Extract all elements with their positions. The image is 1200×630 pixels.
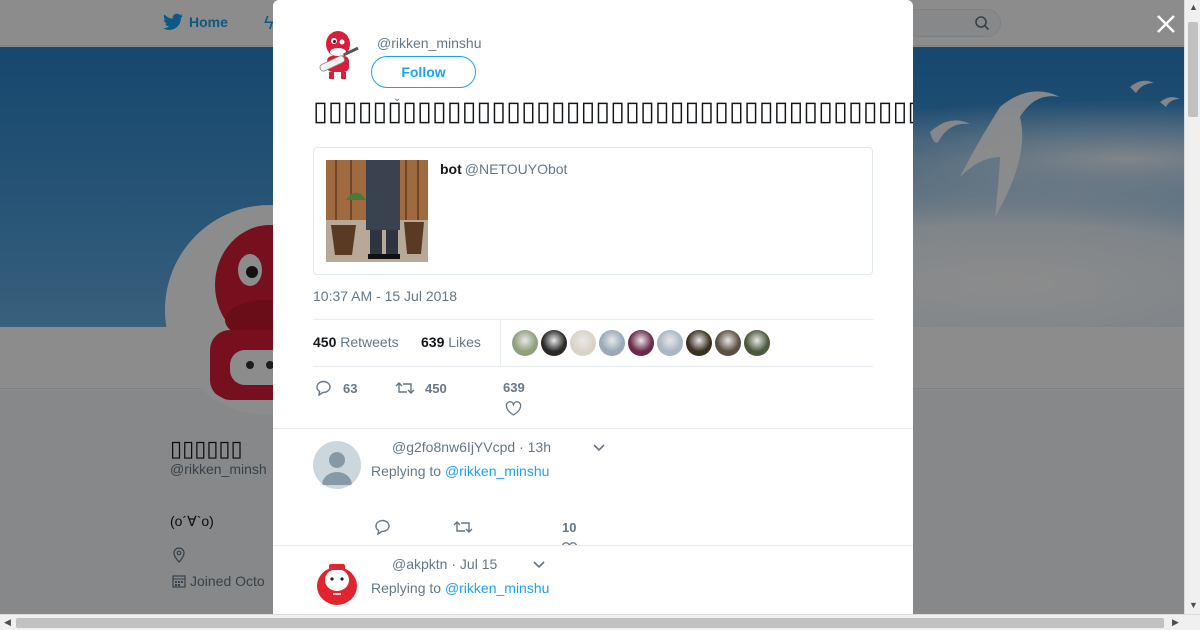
follow-button[interactable]: Follow bbox=[371, 56, 476, 88]
likes-count: 639 bbox=[421, 334, 445, 350]
tweet-actions: 63 450 639 bbox=[313, 378, 873, 418]
reply-tweet[interactable]: @akpktn · Jul 15 Replying to @rikken_min… bbox=[273, 545, 913, 614]
like-action[interactable]: 639 bbox=[503, 380, 525, 416]
scroll-left-arrow-icon[interactable]: ◀ bbox=[4, 617, 11, 628]
quoted-author-name: bot bbox=[440, 161, 462, 177]
retweet-icon[interactable] bbox=[453, 519, 473, 535]
quoted-author-handle: @NETOUYObot bbox=[464, 161, 568, 177]
replying-to-prefix: Replying to bbox=[371, 463, 442, 479]
reply-author[interactable]: @akpktn · Jul 15 bbox=[392, 556, 497, 572]
reply-count: 63 bbox=[343, 380, 358, 396]
close-icon[interactable] bbox=[1155, 13, 1177, 35]
scroll-down-arrow-icon[interactable]: ▼ bbox=[1189, 600, 1198, 610]
reply-like-count[interactable]: 10 bbox=[562, 520, 576, 535]
liker-avatar[interactable] bbox=[657, 330, 683, 356]
heart-icon bbox=[506, 401, 522, 416]
liker-avatar[interactable] bbox=[715, 330, 741, 356]
reply-handle: @akpktn bbox=[392, 556, 448, 572]
reply-actions: 10 bbox=[371, 518, 771, 557]
retweets-count: 450 bbox=[313, 334, 337, 350]
tweet-text-part-1: ▯▯▯▯▯▯▯▯▯▯▯▯▯▯▯▯▯▯▯▯▯▯▯▯▯▯▯▯▯▯▯▯▯▯▯▯▯▯▯▯… bbox=[313, 96, 913, 126]
liker-avatar[interactable] bbox=[628, 330, 654, 356]
vertical-scroll-thumb[interactable] bbox=[1188, 22, 1198, 117]
reply-time: · 13h bbox=[519, 439, 551, 455]
replying-to-prefix: Replying to bbox=[371, 580, 442, 596]
tweet-text: ▯▯▯▯▯▯▯▯▯▯▯▯▯▯▯▯▯▯▯▯▯▯▯▯▯▯▯▯▯▯▯▯▯▯▯▯▯▯▯▯… bbox=[313, 92, 913, 130]
reply-avatar[interactable] bbox=[313, 441, 361, 489]
reply-time: · Jul 15 bbox=[451, 556, 498, 572]
chevron-down-icon[interactable] bbox=[593, 444, 605, 452]
replying-to: Replying to @rikken_minshu bbox=[371, 463, 549, 479]
likes-stat[interactable]: 639 Likes bbox=[421, 334, 481, 350]
author-avatar[interactable] bbox=[313, 28, 363, 80]
reply-handle: @g2fo8nw6IjYVcpd bbox=[392, 439, 516, 455]
quoted-tweet-image[interactable] bbox=[326, 160, 428, 262]
liker-avatar[interactable] bbox=[512, 330, 538, 356]
replying-to-link[interactable]: @rikken_minshu bbox=[445, 580, 549, 596]
replying-to: Replying to @rikken_minshu bbox=[371, 580, 549, 596]
replying-to-link[interactable]: @rikken_minshu bbox=[445, 463, 549, 479]
likes-label: Likes bbox=[448, 334, 481, 350]
reply-icon bbox=[316, 380, 331, 396]
liker-avatar[interactable] bbox=[599, 330, 625, 356]
liker-avatar[interactable] bbox=[744, 330, 770, 356]
liker-avatar[interactable] bbox=[570, 330, 596, 356]
daruma-avatar-image bbox=[313, 558, 361, 606]
tweet-timestamp[interactable]: 10:37 AM - 15 Jul 2018 bbox=[313, 288, 457, 304]
horizontal-scroll-thumb[interactable] bbox=[16, 618, 1164, 628]
retweets-label: Retweets bbox=[340, 334, 399, 350]
reply-author[interactable]: @g2fo8nw6IjYVcpd · 13h bbox=[392, 439, 551, 455]
stats-divider bbox=[500, 320, 501, 366]
reply-action[interactable]: 63 bbox=[315, 380, 357, 396]
tweet-modal: @rikken_minshu Follow ⌄ ▯▯▯▯▯▯▯▯▯▯▯▯▯▯▯▯… bbox=[273, 0, 913, 614]
liker-avatar[interactable] bbox=[541, 330, 567, 356]
scroll-up-arrow-icon[interactable]: ▲ bbox=[1189, 2, 1198, 12]
mascot-avatar-image bbox=[319, 31, 359, 79]
default-avatar-image bbox=[313, 441, 361, 489]
tweet-stats: 450 Retweets 639 Likes bbox=[313, 319, 873, 367]
horizontal-scrollbar[interactable]: ◀ ▶ bbox=[0, 614, 1200, 630]
quoted-tweet-author[interactable]: bot @NETOUYObot bbox=[440, 161, 567, 177]
reply-tweet[interactable]: @g2fo8nw6IjYVcpd · 13h Replying to @rikk… bbox=[273, 428, 913, 557]
vertical-scrollbar[interactable]: ▲ ▼ bbox=[1184, 0, 1200, 614]
reply-avatar[interactable] bbox=[313, 558, 361, 606]
author-handle[interactable]: @rikken_minshu bbox=[377, 35, 481, 51]
liker-avatars bbox=[512, 330, 770, 356]
retweet-icon bbox=[395, 382, 415, 394]
retweet-count: 450 bbox=[425, 380, 447, 396]
photo-thumbnail bbox=[326, 160, 428, 262]
chevron-down-icon[interactable] bbox=[533, 561, 545, 569]
reply-icon[interactable] bbox=[374, 519, 392, 535]
quoted-tweet-card[interactable]: bot @NETOUYObot bbox=[313, 147, 873, 275]
retweets-stat[interactable]: 450 Retweets bbox=[313, 334, 399, 350]
liker-avatar[interactable] bbox=[686, 330, 712, 356]
like-count: 639 bbox=[503, 380, 525, 395]
scroll-right-arrow-icon[interactable]: ▶ bbox=[1172, 617, 1179, 628]
retweet-action[interactable]: 450 bbox=[395, 380, 447, 396]
